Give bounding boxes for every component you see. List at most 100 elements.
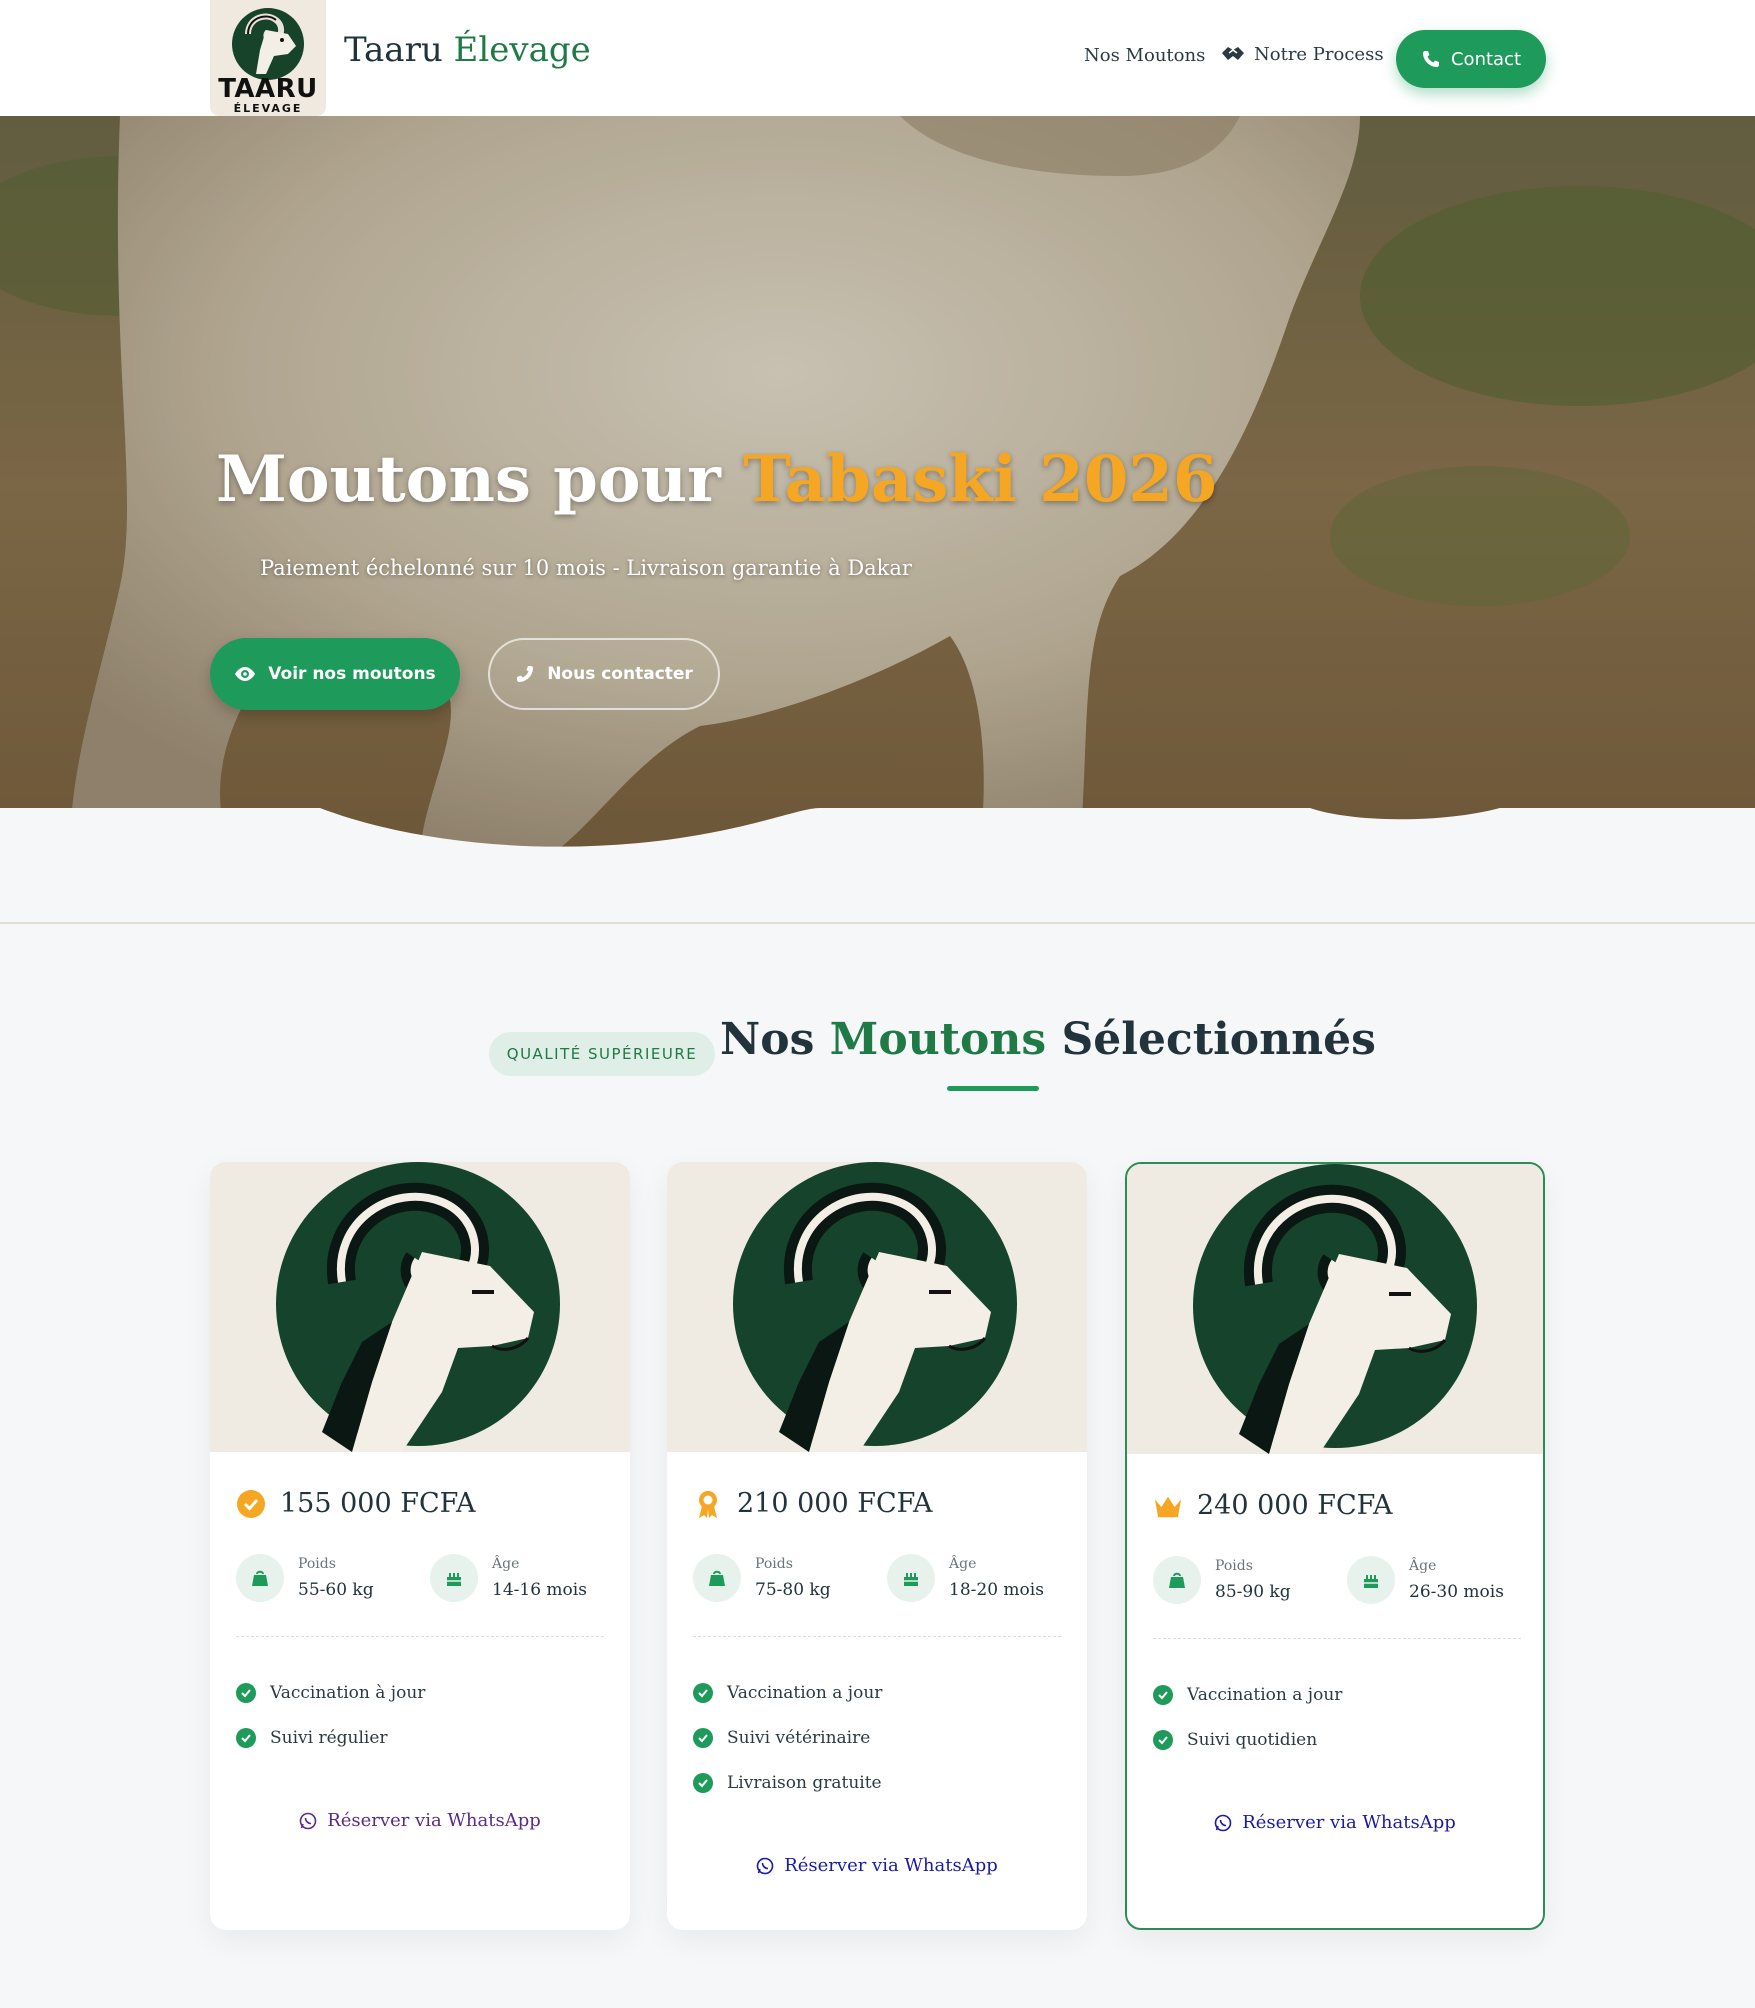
- price-row: 210 000 FCFA: [693, 1488, 933, 1519]
- logo-wordmark: TAARU: [218, 74, 318, 104]
- sheep-card-image: [210, 1162, 630, 1452]
- ram-illustration-icon: [1193, 1164, 1477, 1454]
- age-value: 26-30 mois: [1409, 1582, 1504, 1602]
- feature-label: Vaccination a jour: [1187, 1684, 1343, 1705]
- nav-link-process[interactable]: Notre Process: [1220, 43, 1384, 65]
- feature-item: Suivi vétérinaire: [693, 1715, 882, 1760]
- brand-name[interactable]: Taaru Élevage: [344, 30, 591, 70]
- card-separator: [1153, 1638, 1521, 1639]
- price-row: 155 000 FCFA: [236, 1488, 476, 1519]
- weight-icon: [693, 1554, 741, 1602]
- nav-process-label: Notre Process: [1254, 43, 1384, 65]
- age-spec: Âge 14-16 mois: [430, 1554, 587, 1602]
- age-spec: Âge 18-20 mois: [887, 1554, 1044, 1602]
- sheep-card: 155 000 FCFA Poids 55-60 kg Âge 14-16 mois…: [210, 1162, 630, 1930]
- logo[interactable]: TAARU ÉLEVAGE: [210, 0, 326, 116]
- feature-item: Livraison gratuite: [693, 1760, 882, 1805]
- section-divider: [0, 922, 1755, 924]
- brand-main: Taaru: [344, 30, 443, 70]
- weight-icon: [1153, 1556, 1201, 1604]
- birthday-cake-icon: [1347, 1556, 1395, 1604]
- hero-title-accent: Tabaski 2026: [743, 442, 1218, 517]
- title-underline: [947, 1086, 1039, 1091]
- whatsapp-icon: [1214, 1814, 1232, 1831]
- card-separator: [693, 1636, 1061, 1637]
- view-sheep-button[interactable]: Voir nos moutons: [210, 638, 460, 710]
- nav-link-moutons[interactable]: Nos Moutons: [1084, 45, 1205, 66]
- contact-button[interactable]: Contact: [1396, 30, 1546, 88]
- phone-icon: [517, 666, 534, 682]
- feature-label: Suivi régulier: [270, 1727, 388, 1748]
- section-title-part1: Nos: [720, 1014, 815, 1065]
- check-icon: [236, 1682, 256, 1703]
- quality-badge: QUALITÉ SUPÉRIEURE: [489, 1032, 715, 1076]
- hero-subtitle: Paiement échelonné sur 10 mois - Livrais…: [260, 556, 912, 580]
- section-title-accent: Moutons: [829, 1014, 1047, 1065]
- age-label: Âge: [492, 1556, 520, 1572]
- check-icon: [1153, 1729, 1173, 1750]
- feature-list: Vaccination a jour Suivi quotidien: [1153, 1672, 1342, 1762]
- age-label: Âge: [1409, 1558, 1437, 1574]
- whatsapp-reserve-link[interactable]: Réserver via WhatsApp: [667, 1855, 1087, 1876]
- sheep-card-image: [667, 1162, 1087, 1452]
- sheep-card: 210 000 FCFA Poids 75-80 kg Âge 18-20 mois…: [667, 1162, 1087, 1930]
- contact-us-label: Nous contacter: [547, 664, 693, 684]
- check-icon: [236, 1727, 256, 1748]
- weight-spec: Poids 75-80 kg: [693, 1554, 831, 1602]
- age-spec: Âge 26-30 mois: [1347, 1556, 1504, 1604]
- age-label: Âge: [949, 1556, 977, 1572]
- view-sheep-label: Voir nos moutons: [268, 664, 436, 684]
- whatsapp-reserve-label: Réserver via WhatsApp: [784, 1855, 998, 1876]
- contact-us-button[interactable]: Nous contacter: [488, 638, 720, 710]
- section-title: Nos Moutons Sélectionnés: [720, 1014, 1376, 1065]
- feature-label: Vaccination a jour: [727, 1682, 883, 1703]
- crown-icon: [1153, 1491, 1183, 1521]
- feature-item: Suivi régulier: [236, 1715, 425, 1760]
- whatsapp-icon: [756, 1857, 774, 1874]
- check-icon: [1153, 1684, 1173, 1705]
- hero-title: Moutons pour Tabaski 2026: [216, 442, 1217, 517]
- feature-item: Vaccination a jour: [1153, 1672, 1342, 1717]
- weight-spec: Poids 85-90 kg: [1153, 1556, 1291, 1604]
- feature-item: Vaccination à jour: [236, 1670, 425, 1715]
- feature-label: Suivi quotidien: [1187, 1729, 1318, 1750]
- phone-icon: [1422, 51, 1439, 67]
- age-value: 18-20 mois: [949, 1580, 1044, 1600]
- whatsapp-icon: [299, 1812, 317, 1829]
- price: 210 000 FCFA: [737, 1488, 933, 1519]
- ram-illustration-icon: [733, 1162, 1017, 1452]
- weight-spec: Poids 55-60 kg: [236, 1554, 374, 1602]
- feature-list: Vaccination a jour Suivi vétérinaire Liv…: [693, 1670, 882, 1805]
- whatsapp-reserve-link[interactable]: Réserver via WhatsApp: [210, 1810, 630, 1831]
- birthday-cake-icon: [887, 1554, 935, 1602]
- whatsapp-reserve-label: Réserver via WhatsApp: [327, 1810, 541, 1831]
- check-icon: [693, 1772, 713, 1793]
- navbar: TAARU ÉLEVAGE Taaru Élevage Nos Moutons …: [0, 0, 1755, 116]
- award-ribbon-icon: [693, 1489, 723, 1519]
- feature-list: Vaccination à jour Suivi régulier: [236, 1670, 425, 1760]
- weight-icon: [236, 1554, 284, 1602]
- feature-label: Suivi vétérinaire: [727, 1727, 871, 1748]
- feature-label: Vaccination à jour: [270, 1682, 426, 1703]
- sheep-card-image: [1127, 1164, 1543, 1454]
- weight-value: 55-60 kg: [298, 1580, 374, 1600]
- logo-subtitle: ÉLEVAGE: [233, 102, 303, 115]
- hero-title-main: Moutons pour: [216, 442, 721, 517]
- ram-illustration-icon: [276, 1162, 560, 1452]
- hero-section: Moutons pour Tabaski 2026 Paiement échel…: [0, 116, 1755, 848]
- feature-label: Livraison gratuite: [727, 1772, 882, 1793]
- check-badge-icon: [236, 1489, 266, 1519]
- whatsapp-reserve-link[interactable]: Réserver via WhatsApp: [1127, 1812, 1543, 1833]
- age-value: 14-16 mois: [492, 1580, 587, 1600]
- birthday-cake-icon: [430, 1554, 478, 1602]
- eye-icon: [235, 667, 256, 681]
- card-separator: [236, 1636, 604, 1637]
- price: 155 000 FCFA: [280, 1488, 476, 1519]
- weight-value: 85-90 kg: [1215, 1582, 1291, 1602]
- price-row: 240 000 FCFA: [1153, 1490, 1393, 1521]
- weight-label: Poids: [298, 1556, 336, 1572]
- check-icon: [693, 1682, 713, 1703]
- contact-label: Contact: [1450, 48, 1522, 70]
- handshake-icon: [1222, 47, 1244, 60]
- brand-accent: Élevage: [453, 30, 591, 70]
